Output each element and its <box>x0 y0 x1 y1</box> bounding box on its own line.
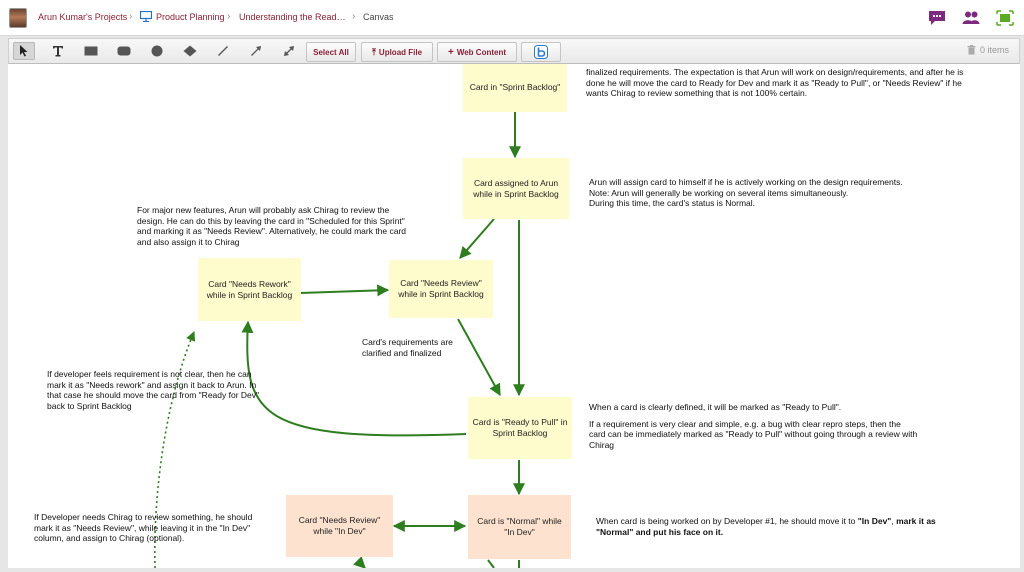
diamond-icon <box>183 45 197 57</box>
pointer-icon <box>20 45 28 57</box>
note-bold-text: "In Dev" <box>857 516 892 526</box>
connector-arrow <box>353 556 366 568</box>
connector-line <box>487 559 495 568</box>
card-label: Card in "Sprint Backlog" <box>469 81 561 92</box>
note-line: Arun will assign card to himself if he i… <box>589 177 903 187</box>
breadcrumb-page[interactable]: Understanding the Read… <box>239 12 346 22</box>
chevron-right-icon: › <box>227 11 231 22</box>
diamond-tool[interactable] <box>179 42 201 60</box>
breadcrumb-current: Canvas <box>363 12 394 22</box>
note-top[interactable]: finalized requirements. The expectation … <box>586 67 966 99</box>
connector-arrow <box>459 218 495 259</box>
chevron-right-icon: › <box>129 11 133 22</box>
pointer-tool[interactable] <box>13 42 35 60</box>
double-arrow-icon <box>284 46 294 56</box>
rounded-rectangle-tool[interactable] <box>113 42 135 60</box>
rectangle-icon <box>84 46 98 56</box>
note-review-in-dev[interactable]: If Developer needs Chirag to review some… <box>34 512 266 544</box>
note-clarified[interactable]: Card's requirements are clarified and fi… <box>362 337 472 358</box>
rectangle-tool[interactable] <box>80 42 102 60</box>
note-text: If developer feels requirement is not cl… <box>47 369 260 411</box>
arrow-icon <box>251 46 261 56</box>
card-assigned-to-arun[interactable]: Card assigned to Arun while in Sprint Ba… <box>463 158 569 219</box>
chevron-right-icon: › <box>352 11 356 22</box>
rounded-rectangle-icon <box>117 46 131 56</box>
fullscreen-icon[interactable] <box>996 10 1014 26</box>
circle-icon <box>151 45 163 57</box>
card-normal-in-dev[interactable]: Card is "Normal" while "In Dev" <box>468 495 571 559</box>
web-content-button[interactable]: + Web Content <box>437 42 517 62</box>
breadcrumb-board[interactable]: Product Planning <box>156 12 225 22</box>
top-bar: Arun Kumar's Projects › Product Planning… <box>0 0 1024 36</box>
plus-icon: + <box>447 46 454 58</box>
card-needs-review-in-dev[interactable]: Card "Needs Review" while "In Dev" <box>286 495 393 557</box>
note-text: When card is being worked on by Develope… <box>596 516 858 526</box>
upload-file-button[interactable]: ⤒ Upload File <box>361 42 433 62</box>
card-label: Card is "Ready to Pull" in Sprint Backlo… <box>472 417 568 438</box>
arrow-tool[interactable] <box>245 42 267 60</box>
people-icon[interactable] <box>962 10 980 26</box>
trash-count-label: 0 items <box>979 45 1009 55</box>
board-icon <box>140 11 152 22</box>
note-line: During this time, the card's status is N… <box>589 198 756 208</box>
canvas[interactable]: Card in "Sprint Backlog" Card assigned t… <box>8 64 1020 568</box>
card-label: Card "Needs Review" while "In Dev" <box>298 515 381 536</box>
select-all-button[interactable]: Select All <box>306 42 356 62</box>
trash-count[interactable]: 0 items <box>967 45 1009 55</box>
line-tool[interactable] <box>212 42 234 60</box>
breadcrumb-project[interactable]: Arun Kumar's Projects <box>38 12 127 22</box>
note-in-dev[interactable]: When card is being worked on by Develope… <box>596 516 946 537</box>
note-text: For major new features, Arun will probab… <box>137 205 407 247</box>
note-developer-unclear[interactable]: If developer feels requirement is not cl… <box>47 369 261 411</box>
circle-tool[interactable] <box>146 42 168 60</box>
line-icon <box>218 46 228 56</box>
trash-icon <box>967 45 976 55</box>
double-arrow-tool[interactable] <box>278 42 300 60</box>
card-sprint-backlog[interactable]: Card in "Sprint Backlog" <box>463 64 567 112</box>
connector-layer <box>154 112 525 568</box>
text-tool[interactable] <box>47 42 69 60</box>
note-text: finalized requirements. The expectation … <box>586 67 964 98</box>
card-needs-review[interactable]: Card "Needs Review" while in Sprint Back… <box>389 260 493 318</box>
note-line: Note: Arun will generally be working on … <box>589 187 849 198</box>
select-all-label: Select All <box>313 47 349 57</box>
upload-file-label: Upload File <box>378 47 423 57</box>
note-assign[interactable]: Arun will assign card to himself if he i… <box>589 177 959 209</box>
toolbar: Select All ⤒ Upload File + Web Content 0… <box>8 38 1020 64</box>
text-icon <box>53 46 63 57</box>
upload-icon: ⤒ <box>371 46 376 57</box>
card-label: Card assigned to Arun while in Sprint Ba… <box>473 177 559 199</box>
card-label: Card "Needs Review" while in Sprint Back… <box>398 278 484 299</box>
card-needs-rework[interactable]: Card "Needs Rework" while in Sprint Back… <box>198 258 301 321</box>
chat-icon[interactable] <box>928 10 946 26</box>
note-line: When a card is clearly defined, it will … <box>589 402 842 412</box>
card-label: Card "Needs Rework" while in Sprint Back… <box>206 278 293 300</box>
integration-button[interactable] <box>521 42 561 62</box>
note-major-features[interactable]: For major new features, Arun will probab… <box>137 205 407 247</box>
note-text: Card's requirements are clarified and fi… <box>362 337 453 358</box>
note-text: If Developer needs Chirag to review some… <box>34 512 253 543</box>
note-ready-to-pull[interactable]: When a card is clearly defined, it will … <box>589 402 919 456</box>
card-ready-to-pull[interactable]: Card is "Ready to Pull" in Sprint Backlo… <box>468 397 572 459</box>
note-line: If a requirement is very clear and simpl… <box>589 418 918 450</box>
connector-arrow <box>299 284 390 297</box>
avatar[interactable] <box>9 8 27 28</box>
web-content-label: Web Content <box>456 47 507 57</box>
b-logo-icon <box>534 45 548 59</box>
card-label: Card is "Normal" while "In Dev" <box>477 516 562 537</box>
